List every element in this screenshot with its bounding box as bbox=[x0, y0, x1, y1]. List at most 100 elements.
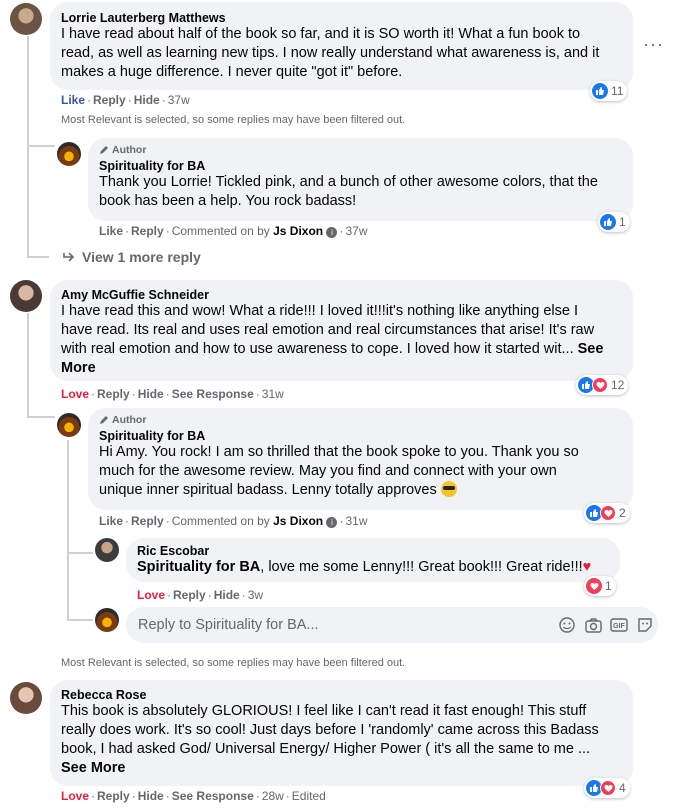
reaction-count[interactable]: 2 bbox=[584, 503, 630, 523]
gif-icon[interactable]: GIF bbox=[606, 618, 632, 632]
reply-text: Hi Amy. You rock! I am so thrilled that … bbox=[99, 444, 579, 498]
timestamp[interactable]: 3w bbox=[248, 588, 263, 602]
love-reaction-icon bbox=[592, 377, 608, 393]
author-badge: Author bbox=[99, 144, 622, 156]
timestamp[interactable]: 31w bbox=[345, 514, 367, 528]
thread-line bbox=[27, 36, 29, 258]
see-response-button[interactable]: See Response bbox=[172, 387, 254, 401]
emoji-icon[interactable] bbox=[554, 617, 580, 633]
reply-button[interactable]: Reply bbox=[173, 588, 206, 602]
love-reaction-icon bbox=[600, 505, 616, 521]
info-icon[interactable]: i bbox=[326, 517, 338, 528]
love-reaction-icon bbox=[586, 578, 602, 594]
reply-bubble: Author Spirituality for BA Thank you Lor… bbox=[88, 138, 633, 221]
reply-actions: Like · Reply · Commented on by Js Dixon i · 31… bbox=[99, 514, 368, 528]
commenter-name[interactable]: Ric Escobar bbox=[137, 544, 609, 558]
reply-button[interactable]: Reply bbox=[97, 387, 130, 401]
avatar[interactable] bbox=[57, 142, 81, 166]
pencil-icon bbox=[100, 416, 108, 424]
reply-button[interactable]: Reply bbox=[131, 224, 164, 238]
reaction-count[interactable]: 1 bbox=[598, 212, 630, 232]
avatar[interactable] bbox=[10, 682, 42, 714]
reaction-count[interactable]: 4 bbox=[584, 778, 630, 798]
timestamp[interactable]: 31w bbox=[262, 387, 284, 401]
comment-text: I have read about half of the book so fa… bbox=[61, 26, 600, 80]
love-reaction-icon bbox=[600, 780, 616, 796]
thread-branch bbox=[27, 416, 55, 418]
reply-actions: Love · Reply · Hide · 3w bbox=[137, 588, 264, 602]
thread-line bbox=[27, 313, 29, 418]
sunglasses-emoji-icon bbox=[440, 481, 457, 497]
reaction-count[interactable]: 11 bbox=[590, 81, 628, 101]
reply-bubble: Author Spirituality for BA Hi Amy. You r… bbox=[88, 408, 633, 510]
comment-bubble: Lorrie Lauterberg Matthews I have read a… bbox=[50, 2, 633, 90]
filter-notice: Most Relevant is selected, so some repli… bbox=[61, 657, 406, 669]
hide-button[interactable]: Hide bbox=[138, 789, 164, 803]
camera-icon[interactable] bbox=[580, 617, 606, 633]
reply-placeholder: Reply to Spirituality for BA... bbox=[138, 617, 319, 633]
timestamp[interactable]: 37w bbox=[168, 93, 190, 107]
svg-text:GIF: GIF bbox=[613, 623, 625, 630]
commenter-name[interactable]: Amy McGuffie Schneider bbox=[61, 288, 622, 302]
like-button[interactable]: Like bbox=[99, 224, 123, 238]
thread-branch bbox=[27, 256, 49, 258]
comment-bubble: Rebecca Rose This book is absolutely GLO… bbox=[50, 680, 633, 786]
like-button[interactable]: Like bbox=[61, 93, 85, 107]
thread-branch bbox=[67, 552, 93, 554]
info-icon[interactable]: i bbox=[326, 227, 338, 238]
avatar[interactable] bbox=[10, 3, 42, 35]
love-button[interactable]: Love bbox=[137, 588, 165, 602]
reaction-count[interactable]: 1 bbox=[584, 576, 616, 596]
see-response-button[interactable]: See Response bbox=[172, 789, 254, 803]
commenter-name[interactable]: Rebecca Rose bbox=[61, 688, 622, 702]
love-button[interactable]: Love bbox=[61, 387, 89, 401]
reaction-count[interactable]: 12 bbox=[576, 375, 629, 395]
hide-button[interactable]: Hide bbox=[138, 387, 164, 401]
edited-label: Edited bbox=[291, 789, 326, 803]
thread-branch bbox=[67, 619, 93, 621]
reply-actions: Like · Reply · Commented on by Js Dixon i · 37… bbox=[99, 224, 368, 238]
comment-actions: Like · Reply · Hide · 37w bbox=[61, 93, 190, 107]
comment-text: I have read this and wow! What a ride!!!… bbox=[61, 303, 604, 376]
sticker-icon[interactable] bbox=[632, 617, 658, 633]
timestamp[interactable]: 28w bbox=[262, 789, 284, 803]
like-reaction-icon bbox=[592, 83, 608, 99]
love-button[interactable]: Love bbox=[61, 789, 89, 803]
thread-line bbox=[67, 440, 69, 620]
see-more-link[interactable]: More bbox=[61, 360, 96, 376]
mention-link[interactable]: Spirituality for BA bbox=[137, 559, 260, 575]
reply-text: Spirituality for BA, love me some Lenny!… bbox=[137, 559, 592, 575]
like-button[interactable]: Like bbox=[99, 514, 123, 528]
view-more-replies[interactable]: View 1 more reply bbox=[62, 249, 201, 265]
reply-button[interactable]: Reply bbox=[131, 514, 164, 528]
reply-button[interactable]: Reply bbox=[97, 789, 130, 803]
more-options-icon[interactable]: ··· bbox=[643, 34, 664, 55]
commenter-link[interactable]: Js Dixon bbox=[273, 514, 323, 528]
avatar[interactable] bbox=[10, 280, 42, 312]
commenter-name[interactable]: Spirituality for BA bbox=[99, 159, 622, 173]
see-more-link[interactable]: See More bbox=[61, 760, 125, 776]
reply-text: Thank you Lorrie! Tickled pink, and a bu… bbox=[99, 174, 598, 209]
hide-button[interactable]: Hide bbox=[134, 93, 160, 107]
commenter-name[interactable]: Lorrie Lauterberg Matthews bbox=[61, 11, 622, 25]
like-reaction-icon bbox=[600, 214, 616, 230]
comment-actions: Love · Reply · Hide · See Response · 28w · Edited bbox=[61, 789, 326, 803]
reply-input[interactable]: Reply to Spirituality for BA... GIF bbox=[126, 607, 658, 643]
commenter-name[interactable]: Spirituality for BA bbox=[99, 429, 622, 443]
hide-button[interactable]: Hide bbox=[214, 588, 240, 602]
timestamp[interactable]: 37w bbox=[345, 224, 367, 238]
avatar[interactable] bbox=[95, 608, 119, 632]
author-badge: Author bbox=[99, 414, 622, 426]
reply-button[interactable]: Reply bbox=[93, 93, 126, 107]
comment-bubble: Amy McGuffie Schneider I have read this … bbox=[50, 280, 633, 381]
reply-arrow-icon bbox=[63, 252, 75, 262]
avatar[interactable] bbox=[95, 538, 119, 562]
see-more-link[interactable]: See bbox=[578, 341, 604, 357]
pencil-icon bbox=[100, 146, 108, 154]
reply-bubble: Ric Escobar Spirituality for BA, love me… bbox=[126, 538, 620, 582]
avatar[interactable] bbox=[57, 413, 81, 437]
comment-actions: Love · Reply · Hide · See Response · 31w bbox=[61, 387, 284, 401]
filter-notice: Most Relevant is selected, so some repli… bbox=[61, 114, 406, 126]
thread-branch bbox=[27, 145, 55, 147]
commenter-link[interactable]: Js Dixon bbox=[273, 224, 323, 238]
